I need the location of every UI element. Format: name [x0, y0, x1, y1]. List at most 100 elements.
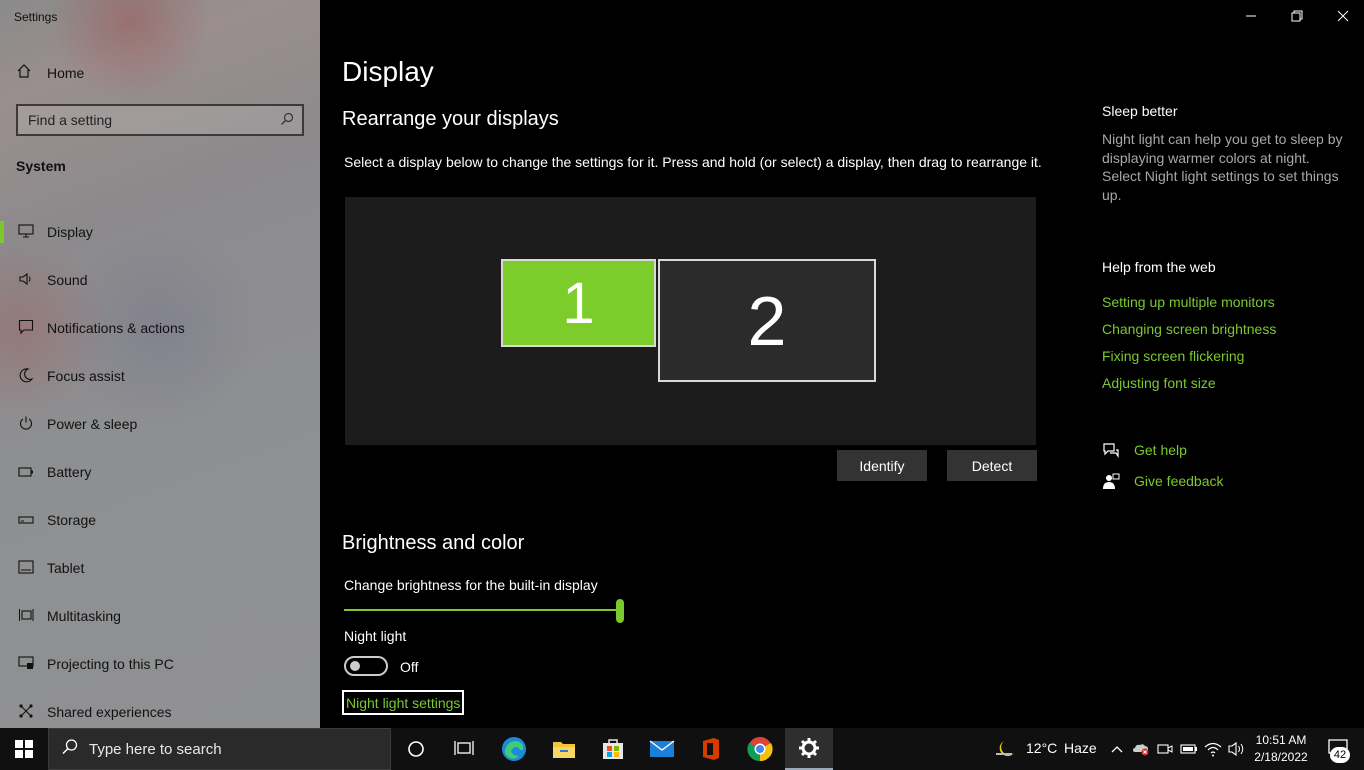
office-icon [703, 738, 719, 760]
sidebar-item-battery[interactable]: Battery [0, 448, 320, 496]
get-help-link[interactable]: Get help [1134, 442, 1187, 458]
taskbar-clock[interactable]: 10:51 AM 2/18/2022 [1249, 732, 1313, 766]
rearrange-description: Select a display below to change the set… [344, 154, 1042, 170]
wifi-icon [1204, 742, 1222, 757]
sleep-better-heading: Sleep better [1102, 103, 1178, 119]
onedrive-tray[interactable] [1130, 728, 1152, 770]
tablet-icon [16, 559, 36, 577]
meet-now-tray[interactable] [1154, 728, 1176, 770]
night-light-state: Off [400, 659, 419, 675]
taskbar: Type here to search 12°C Haze 10:51 AM 2… [0, 728, 1364, 770]
cortana-icon [408, 741, 424, 757]
search-input[interactable]: Find a setting [28, 112, 280, 128]
weather-description[interactable]: Haze [1064, 740, 1097, 756]
weather-widget[interactable] [992, 728, 1020, 770]
monitor-1[interactable]: 1 [501, 259, 656, 347]
network-tray[interactable] [1202, 728, 1224, 770]
identify-button[interactable]: Identify [837, 450, 927, 481]
search-icon[interactable] [280, 112, 302, 129]
edge-app[interactable] [490, 728, 538, 770]
brightness-heading: Brightness and color [342, 532, 525, 554]
sidebar-item-label: Display [47, 224, 93, 240]
brightness-slider-thumb[interactable] [616, 599, 624, 623]
office-app[interactable] [687, 728, 735, 770]
taskbar-search-input[interactable]: Type here to search [89, 741, 222, 758]
sidebar-item-label: Storage [47, 512, 97, 528]
home-label: Home [47, 65, 85, 81]
sidebar-item-label: Shared experiences [47, 704, 172, 720]
monitor-2[interactable]: 2 [658, 259, 876, 382]
brightness-slider-track[interactable] [344, 609, 620, 611]
chevron-up-icon [1111, 746, 1123, 753]
section-heading-system: System [16, 158, 66, 174]
find-setting-search[interactable]: Find a setting [16, 104, 304, 136]
close-button[interactable] [1320, 0, 1364, 32]
sidebar-item-notifications[interactable]: Notifications & actions [0, 304, 320, 352]
taskbar-search-box[interactable]: Type here to search [48, 728, 391, 770]
shared-experiences-icon [16, 703, 36, 722]
home-nav-item[interactable]: Home [0, 58, 320, 88]
moon-icon [16, 367, 36, 386]
show-hidden-icons-button[interactable] [1106, 728, 1128, 770]
speaker-icon [1228, 741, 1244, 757]
sidebar-item-projecting[interactable]: Projecting to this PC [0, 640, 320, 688]
sidebar-item-label: Battery [47, 464, 92, 480]
sidebar-item-sound[interactable]: Sound [0, 256, 320, 304]
storage-icon [16, 513, 36, 528]
restore-button[interactable] [1274, 0, 1320, 32]
sidebar-item-multitasking[interactable]: Multitasking [0, 592, 320, 640]
help-link-multiple-monitors[interactable]: Setting up multiple monitors [1102, 294, 1275, 310]
sidebar: Settings Home Find a setting System Disp… [0, 0, 320, 728]
sidebar-item-label: Focus assist [47, 368, 125, 384]
cortana-button[interactable] [393, 728, 439, 770]
notification-icon [16, 319, 36, 338]
window-title: Settings [14, 10, 58, 24]
night-light-toggle[interactable] [344, 656, 388, 676]
monitor-icon [16, 223, 36, 241]
task-view-button[interactable] [441, 728, 487, 770]
chrome-app[interactable] [736, 728, 784, 770]
help-heading: Help from the web [1102, 259, 1216, 275]
rearrange-heading: Rearrange your displays [342, 108, 559, 130]
projecting-icon [16, 655, 36, 673]
sidebar-item-tablet[interactable]: Tablet [0, 544, 320, 592]
restore-icon [1291, 10, 1303, 22]
help-link-screen-brightness[interactable]: Changing screen brightness [1102, 321, 1276, 337]
sidebar-item-label: Projecting to this PC [47, 656, 174, 672]
minimize-button[interactable] [1228, 0, 1274, 32]
help-link-font-size[interactable]: Adjusting font size [1102, 375, 1216, 391]
give-feedback-icon [1102, 473, 1120, 491]
help-link-screen-flickering[interactable]: Fixing screen flickering [1102, 348, 1244, 364]
mail-app[interactable] [638, 728, 686, 770]
night-light-settings-link[interactable]: Night light settings [342, 690, 465, 715]
sidebar-item-label: Power & sleep [47, 416, 138, 432]
settings-app[interactable] [785, 728, 833, 770]
sidebar-item-label: Tablet [47, 560, 85, 576]
battery-icon [1180, 744, 1197, 754]
search-icon [61, 738, 79, 761]
settings-window: Settings Home Find a setting System Disp… [0, 0, 1364, 770]
clock-time: 10:51 AM [1255, 733, 1307, 747]
brightness-label: Change brightness for the built-in displ… [344, 577, 598, 593]
sidebar-item-focus-assist[interactable]: Focus assist [0, 352, 320, 400]
battery-tray[interactable] [1178, 728, 1200, 770]
sidebar-item-display[interactable]: Display [0, 208, 320, 256]
volume-tray[interactable] [1226, 728, 1248, 770]
gear-icon [799, 738, 819, 758]
weather-temperature[interactable]: 12°C [1026, 740, 1057, 756]
task-view-icon [454, 741, 474, 755]
file-explorer-app[interactable] [540, 728, 588, 770]
clock-date: 2/18/2022 [1254, 750, 1308, 764]
start-button[interactable] [0, 728, 48, 770]
toggle-knob [350, 661, 360, 671]
sidebar-item-power-sleep[interactable]: Power & sleep [0, 400, 320, 448]
microsoft-store-app[interactable] [589, 728, 637, 770]
detect-button[interactable]: Detect [947, 450, 1037, 481]
display-arrangement-area[interactable]: 1 2 [345, 197, 1036, 445]
camera-icon [1157, 744, 1173, 754]
give-feedback-link[interactable]: Give feedback [1134, 473, 1224, 489]
speaker-icon [16, 272, 36, 289]
battery-icon [16, 465, 36, 480]
night-light-label: Night light [344, 628, 407, 644]
sidebar-item-storage[interactable]: Storage [0, 496, 320, 544]
